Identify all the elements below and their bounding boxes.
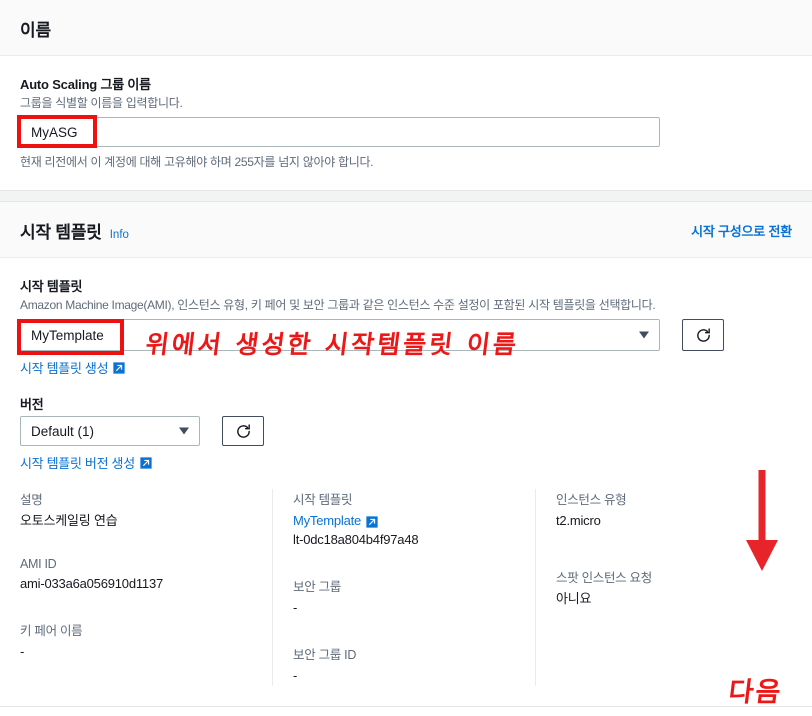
detail-value: - xyxy=(293,667,298,683)
refresh-versions-button[interactable] xyxy=(222,416,264,447)
launch-template-panel-header: 시작 템플릿 Info 시작 구성으로 전환 xyxy=(0,202,812,259)
detail-key: 시작 템플릿 xyxy=(293,493,353,508)
launch-template-select[interactable]: MyTemplate xyxy=(20,319,660,352)
details-column-1: 설명 오토스케일링 연습 AMI ID ami-033a6a056910d113… xyxy=(20,489,273,686)
detail-ami-id: AMI ID ami-033a6a056910d1137 xyxy=(20,557,254,594)
detail-value: MyTemplate xyxy=(293,513,362,529)
detail-value: - xyxy=(293,600,298,616)
detail-launch-template-link[interactable]: MyTemplate xyxy=(293,512,378,531)
launch-template-select-value: MyTemplate xyxy=(31,327,104,343)
switch-to-launch-config-link[interactable]: 시작 구성으로 전환 xyxy=(691,221,792,240)
external-link-icon xyxy=(113,362,125,374)
asg-name-label: Auto Scaling 그룹 이름 xyxy=(20,77,151,92)
launch-template-select-row: MyTemplate xyxy=(20,319,792,352)
launch-template-panel: 시작 템플릿 Info 시작 구성으로 전환 시작 템플릿 Amazon Mac… xyxy=(0,201,812,707)
launch-template-label: 시작 템플릿 xyxy=(20,279,83,295)
refresh-launch-templates-button[interactable] xyxy=(682,319,724,352)
panel-separator xyxy=(0,191,812,202)
detail-value: - xyxy=(20,644,25,660)
detail-description: 설명 오토스케일링 연습 xyxy=(20,489,254,531)
version-select-wrap: Default (1) xyxy=(20,416,200,447)
asg-name-hint: 현재 리전에서 이 계정에 대해 고유해야 하며 255자를 넘지 않아야 합니… xyxy=(20,155,374,170)
launch-template-title: 시작 템플릿 xyxy=(20,223,102,243)
detail-spot-instance-request: 스팟 인스턴스 요청 아니요 xyxy=(556,567,774,609)
launch-template-description: Amazon Machine Image(AMI), 인스턴스 유형, 키 페어… xyxy=(20,298,656,313)
refresh-icon xyxy=(696,328,710,342)
page-title: 이름 xyxy=(20,21,51,40)
version-select-row: Default (1) xyxy=(20,416,792,447)
detail-key: 스팟 인스턴스 요청 xyxy=(556,571,652,586)
version-select-value: Default (1) xyxy=(31,423,95,439)
external-link-icon xyxy=(366,516,378,528)
detail-value: 아니요 xyxy=(556,591,592,607)
detail-key: 키 페어 이름 xyxy=(20,624,83,639)
detail-key: 인스턴스 유형 xyxy=(556,493,627,508)
detail-key: 설명 xyxy=(20,493,43,508)
detail-key: 보안 그룹 xyxy=(293,580,341,595)
detail-security-group-id: 보안 그룹 ID - xyxy=(293,644,517,686)
asg-name-description: 그룹을 식별할 이름을 입력합니다. xyxy=(20,96,183,110)
name-panel-body: Auto Scaling 그룹 이름 그룹을 식별할 이름을 입력합니다. 현재… xyxy=(0,56,812,190)
detail-key: 보안 그룹 ID xyxy=(293,647,357,662)
version-select[interactable]: Default (1) xyxy=(20,416,200,447)
name-panel-header: 이름 xyxy=(0,0,812,56)
detail-key-pair-name: 키 페어 이름 - xyxy=(20,620,254,662)
detail-value: ami-033a6a056910d1137 xyxy=(20,576,164,592)
detail-instance-type: 인스턴스 유형 t2.micro xyxy=(556,489,774,531)
detail-launch-template: 시작 템플릿 MyTemplate lt-0dc18a804b4f97a48 xyxy=(293,489,517,550)
name-panel: 이름 Auto Scaling 그룹 이름 그룹을 식별할 이름을 입력합니다.… xyxy=(0,0,812,192)
version-label: 버전 xyxy=(20,397,44,413)
launch-template-details: 설명 오토스케일링 연습 AMI ID ami-033a6a056910d113… xyxy=(20,489,792,686)
create-launch-template-label: 시작 템플릿 생성 xyxy=(20,361,109,377)
detail-security-group: 보안 그룹 - xyxy=(293,576,517,618)
asg-create-page: 이름 Auto Scaling 그룹 이름 그룹을 식별할 이름을 입력합니다.… xyxy=(0,0,812,716)
create-version-label: 시작 템플릿 버전 생성 xyxy=(20,456,135,472)
details-column-2: 시작 템플릿 MyTemplate lt-0dc18a804b4f97a48 보… xyxy=(273,489,536,686)
create-launch-template-version-link[interactable]: 시작 템플릿 버전 생성 xyxy=(20,453,152,472)
detail-launch-template-id: lt-0dc18a804b4f97a48 xyxy=(293,532,419,548)
refresh-icon xyxy=(236,424,250,438)
detail-value: t2.micro xyxy=(556,513,601,529)
create-launch-template-link[interactable]: 시작 템플릿 생성 xyxy=(20,358,125,377)
external-link-icon xyxy=(140,457,152,469)
detail-key: AMI ID xyxy=(20,557,57,572)
launch-template-select-wrap: MyTemplate xyxy=(20,319,660,352)
detail-value: 오토스케일링 연습 xyxy=(20,513,118,529)
details-column-3: 인스턴스 유형 t2.micro 스팟 인스턴스 요청 아니요 xyxy=(536,489,792,685)
launch-template-panel-body: 시작 템플릿 Amazon Machine Image(AMI), 인스턴스 유… xyxy=(0,258,812,706)
info-link[interactable]: Info xyxy=(110,229,129,241)
asg-name-input[interactable] xyxy=(20,117,660,148)
